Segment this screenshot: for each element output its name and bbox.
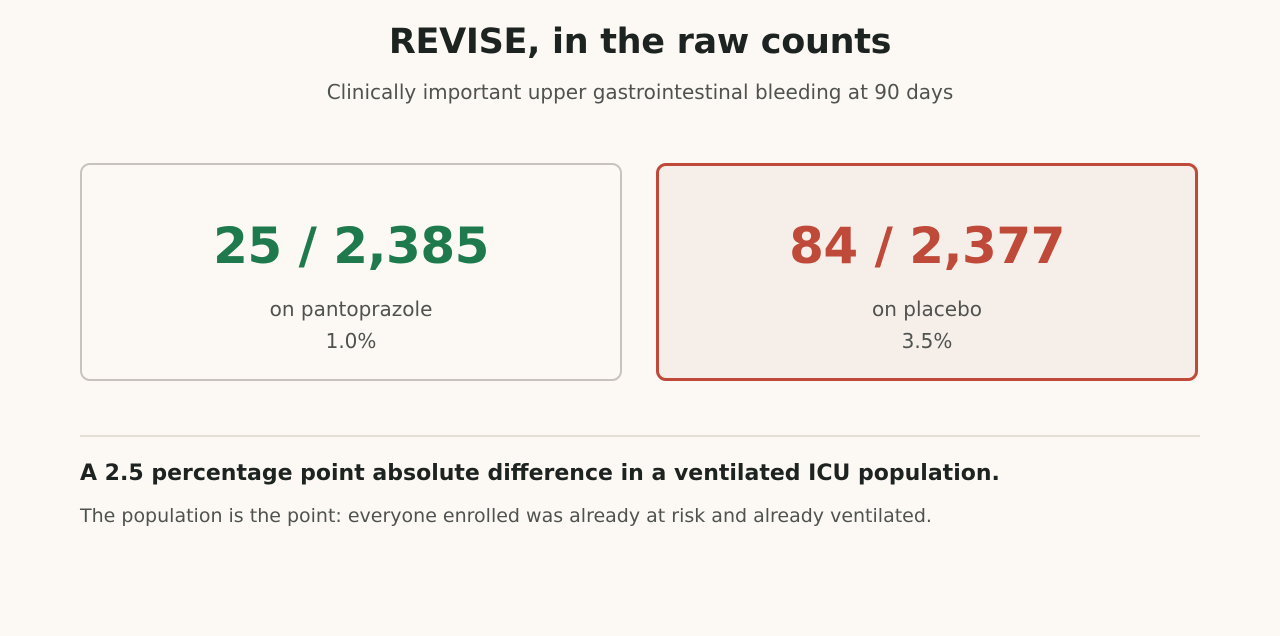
section-divider bbox=[80, 435, 1200, 437]
placebo-percent: 3.5% bbox=[901, 329, 953, 353]
pantoprazole-card: 25 / 2,385 on pantoprazole 1.0% bbox=[80, 163, 622, 381]
pantoprazole-count: 25 / 2,385 bbox=[213, 217, 489, 275]
page-subtitle: Clinically important upper gastrointesti… bbox=[326, 80, 954, 104]
summary-headline: A 2.5 percentage point absolute differen… bbox=[80, 461, 1000, 486]
pantoprazole-arm-label: on pantoprazole bbox=[269, 297, 433, 321]
page-title: REVISE, in the raw counts bbox=[388, 22, 892, 62]
placebo-count: 84 / 2,377 bbox=[789, 217, 1065, 275]
summary-note: The population is the point: everyone en… bbox=[80, 505, 932, 527]
placebo-arm-label: on placebo bbox=[871, 297, 982, 321]
placebo-card: 84 / 2,377 on placebo 3.5% bbox=[656, 163, 1198, 381]
pantoprazole-percent: 1.0% bbox=[325, 329, 377, 353]
